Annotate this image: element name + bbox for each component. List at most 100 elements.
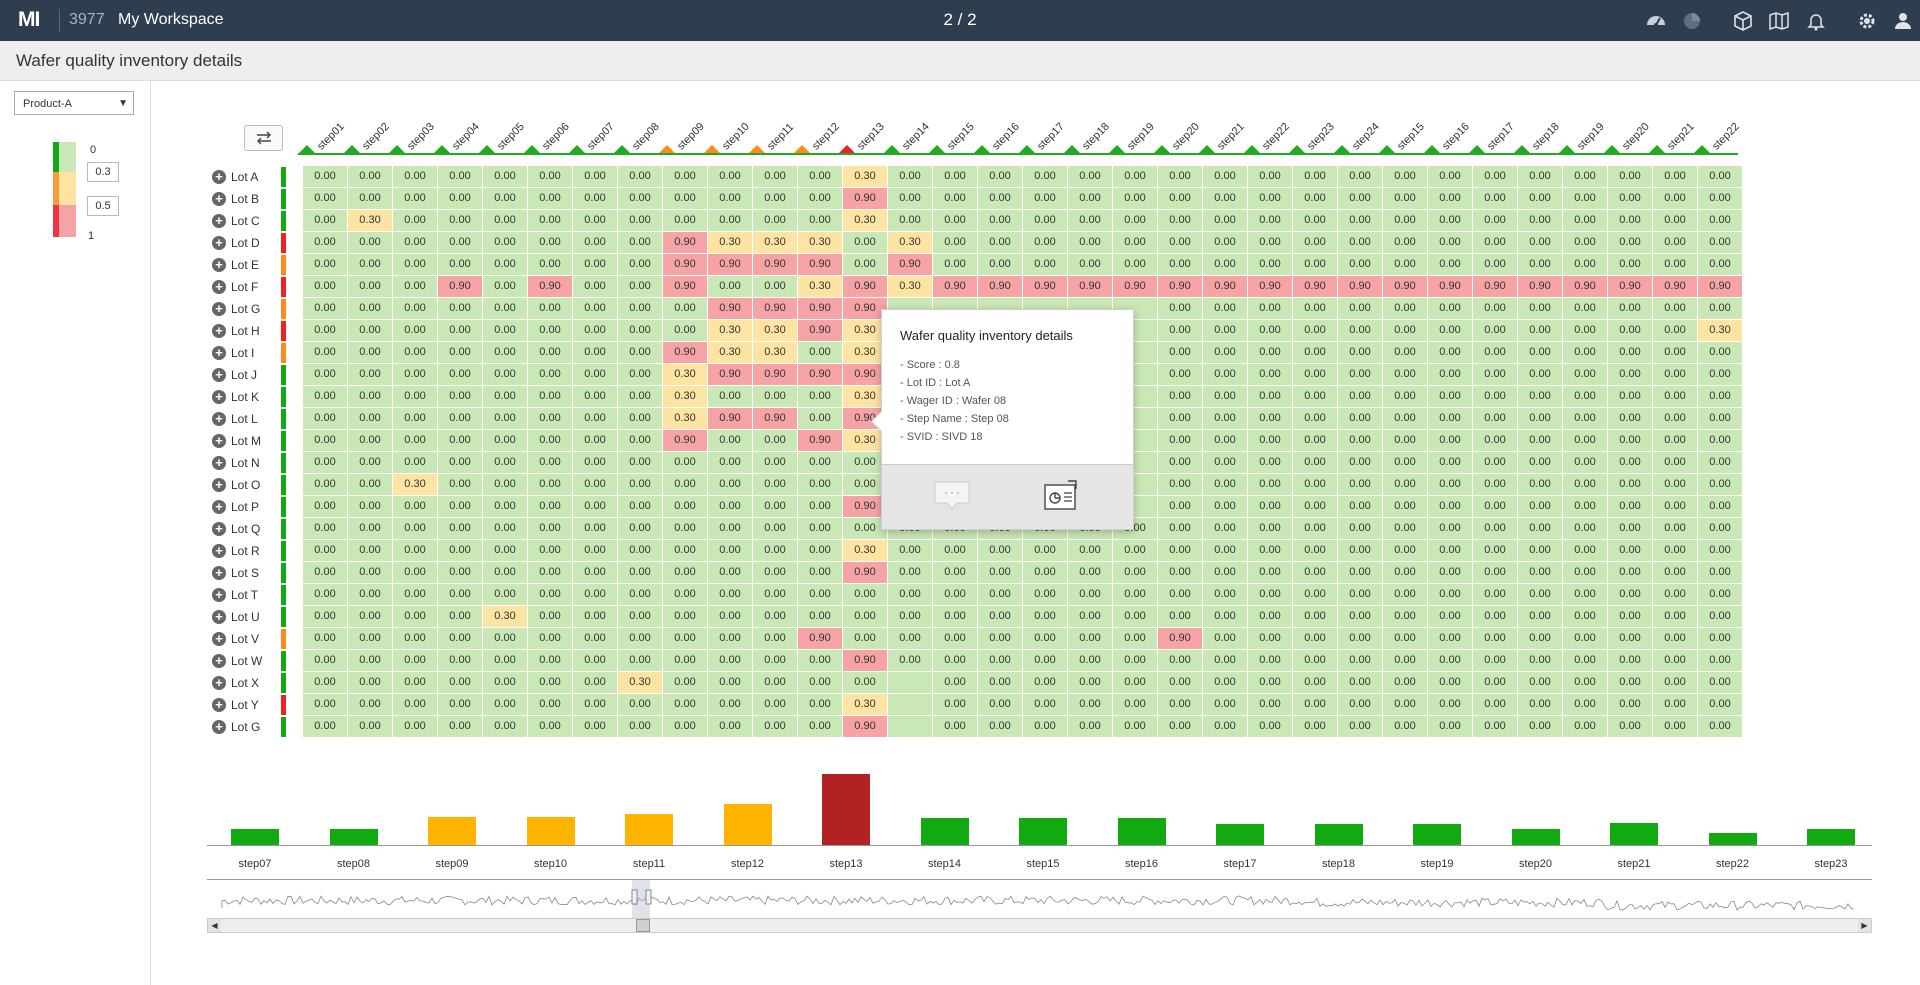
heatmap-cell[interactable]: 0.00 (618, 474, 662, 495)
heatmap-cell[interactable]: 0.00 (1473, 232, 1517, 253)
heatmap-cell[interactable]: 0.00 (573, 650, 617, 671)
heatmap-cell[interactable]: 0.00 (708, 694, 752, 715)
workspace-name[interactable]: My Workspace (118, 11, 224, 29)
heatmap-cell[interactable]: 0.00 (1383, 518, 1427, 539)
row-label[interactable]: + Lot G (212, 716, 282, 738)
row-label[interactable]: + Lot B (212, 188, 282, 210)
row-label[interactable]: + Lot A (212, 166, 282, 188)
heatmap-cell[interactable]: 0.90 (753, 298, 797, 319)
heatmap-cell[interactable]: 0.00 (663, 298, 707, 319)
heatmap-cell[interactable]: 0.00 (1203, 452, 1247, 473)
heatmap-cell[interactable]: 0.00 (1203, 188, 1247, 209)
heatmap-cell[interactable]: 0.00 (933, 188, 977, 209)
heatmap-cell[interactable]: 0.00 (348, 628, 392, 649)
heatmap-cell[interactable]: 0.90 (1563, 276, 1607, 297)
heatmap-cell[interactable]: 0.00 (303, 650, 347, 671)
heatmap-cell[interactable]: 0.00 (1698, 188, 1742, 209)
heatmap-cell[interactable]: 0.90 (1203, 276, 1247, 297)
heatmap-cell[interactable]: 0.00 (1518, 518, 1562, 539)
heatmap-cell[interactable]: 0.00 (573, 474, 617, 495)
heatmap-cell[interactable]: 0.00 (798, 408, 842, 429)
heatmap-cell[interactable]: 0.00 (1473, 496, 1517, 517)
column-header[interactable]: step18 (1530, 121, 1562, 153)
heatmap-cell[interactable]: 0.00 (888, 606, 932, 627)
heatmap-cell[interactable]: 0.00 (393, 232, 437, 253)
heatmap-cell[interactable]: 0.00 (978, 188, 1022, 209)
heatmap-cell[interactable]: 0.00 (1383, 540, 1427, 561)
chart-bar[interactable] (920, 818, 969, 846)
heatmap-cell[interactable]: 0.00 (1473, 540, 1517, 561)
heatmap-cell[interactable]: 0.00 (393, 518, 437, 539)
heatmap-cell[interactable]: 0.00 (1698, 562, 1742, 583)
expand-icon[interactable]: + (212, 456, 226, 470)
heatmap-cell[interactable]: 0.00 (843, 606, 887, 627)
heatmap-cell[interactable]: 0.00 (1113, 606, 1157, 627)
heatmap-cell[interactable]: 0.00 (753, 166, 797, 187)
heatmap-cell[interactable]: 0.30 (663, 364, 707, 385)
heatmap-cell[interactable]: 0.00 (1383, 210, 1427, 231)
heatmap-cell[interactable]: 0.00 (303, 188, 347, 209)
heatmap-cell[interactable]: 0.00 (1338, 628, 1382, 649)
heatmap-cell[interactable]: 0.00 (438, 320, 482, 341)
expand-icon[interactable]: + (212, 654, 226, 668)
heatmap-cell[interactable]: 0.00 (573, 540, 617, 561)
column-header[interactable]: step21 (1665, 121, 1697, 153)
column-header[interactable]: step01 (315, 121, 347, 153)
heatmap-cell[interactable]: 0.00 (1698, 474, 1742, 495)
heatmap-cell[interactable]: 0.00 (438, 518, 482, 539)
heatmap-cell[interactable]: 0.00 (663, 650, 707, 671)
heatmap-cell[interactable]: 0.00 (438, 342, 482, 363)
heatmap-cell[interactable]: 0.00 (753, 540, 797, 561)
heatmap-cell[interactable]: 0.00 (483, 342, 527, 363)
heatmap-cell[interactable]: 0.00 (798, 474, 842, 495)
heatmap-cell[interactable]: 0.00 (393, 188, 437, 209)
heatmap-cell[interactable]: 0.90 (1293, 276, 1337, 297)
heatmap-cell[interactable]: 0.00 (1428, 298, 1472, 319)
heatmap-cell[interactable]: 0.00 (1338, 496, 1382, 517)
heatmap-cell[interactable]: 0.00 (573, 452, 617, 473)
heatmap-cell[interactable]: 0.30 (843, 694, 887, 715)
heatmap-cell[interactable]: 0.00 (1518, 342, 1562, 363)
heatmap-cell[interactable]: 0.00 (1023, 672, 1067, 693)
column-header[interactable]: step13 (855, 121, 887, 153)
heatmap-cell[interactable]: 0.00 (1698, 452, 1742, 473)
expand-icon[interactable]: + (212, 192, 226, 206)
heatmap-cell[interactable]: 0.00 (1338, 298, 1382, 319)
expand-icon[interactable]: + (212, 500, 226, 514)
heatmap-cell[interactable]: 0.00 (1608, 452, 1652, 473)
heatmap-cell[interactable]: 0.00 (663, 166, 707, 187)
heatmap-cell[interactable]: 0.00 (348, 672, 392, 693)
heatmap-cell[interactable]: 0.00 (483, 166, 527, 187)
heatmap-cell[interactable]: 0.00 (708, 650, 752, 671)
heatmap-cell[interactable]: 0.00 (753, 628, 797, 649)
heatmap-cell[interactable]: 0.30 (888, 276, 932, 297)
heatmap-cell[interactable]: 0.00 (1698, 210, 1742, 231)
heatmap-cell[interactable]: 0.00 (573, 188, 617, 209)
heatmap-cell[interactable]: 0.00 (753, 496, 797, 517)
heatmap-cell[interactable]: 0.00 (483, 650, 527, 671)
heatmap-cell[interactable]: 0.00 (798, 166, 842, 187)
heatmap-cell[interactable]: 0.00 (1608, 408, 1652, 429)
heatmap-cell[interactable]: 0.00 (1563, 716, 1607, 737)
heatmap-cell[interactable]: 0.00 (1293, 474, 1337, 495)
heatmap-cell[interactable]: 0.00 (663, 628, 707, 649)
heatmap-cell[interactable]: 0.00 (1518, 716, 1562, 737)
heatmap-cell[interactable] (888, 694, 932, 715)
heatmap-cell[interactable]: 0.00 (1608, 562, 1652, 583)
heatmap-cell[interactable]: 0.00 (1203, 386, 1247, 407)
heatmap-cell[interactable]: 0.00 (1698, 430, 1742, 451)
heatmap-cell[interactable]: 0.00 (1158, 694, 1202, 715)
heatmap-cell[interactable]: 0.00 (1158, 672, 1202, 693)
heatmap-cell[interactable]: 0.00 (1698, 606, 1742, 627)
heatmap-cell[interactable]: 0.00 (528, 584, 572, 605)
heatmap-cell[interactable]: 0.00 (888, 562, 932, 583)
heatmap-cell[interactable]: 0.00 (1338, 518, 1382, 539)
heatmap-cell[interactable]: 0.00 (1653, 562, 1697, 583)
row-label[interactable]: + Lot V (212, 628, 282, 650)
heatmap-cell[interactable]: 0.00 (1518, 298, 1562, 319)
heatmap-cell[interactable]: 0.00 (1518, 408, 1562, 429)
heatmap-cell[interactable]: 0.90 (1383, 276, 1427, 297)
expand-icon[interactable]: + (212, 676, 226, 690)
heatmap-cell[interactable]: 0.00 (1293, 694, 1337, 715)
heatmap-cell[interactable] (888, 672, 932, 693)
